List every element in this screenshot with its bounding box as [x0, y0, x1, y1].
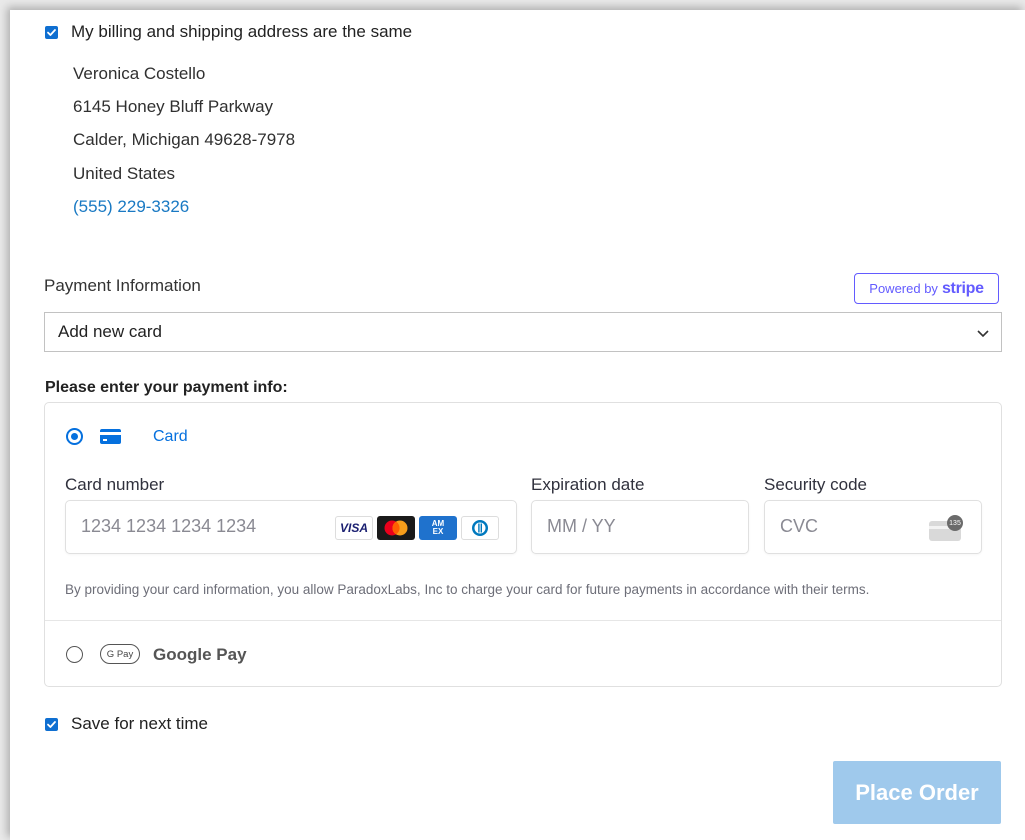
payment-information-label: Payment Information [44, 276, 201, 295]
stripe-logo: stripe [941, 279, 984, 297]
saved-card-select[interactable]: Add new card [44, 312, 1002, 352]
address-phone-link[interactable]: (555) 229-3326 [73, 197, 189, 217]
google-pay-icon: G Pay [100, 644, 140, 664]
expiration-date-input[interactable] [547, 516, 737, 537]
expiration-date-field[interactable] [531, 500, 749, 554]
security-code-label: Security code [764, 475, 867, 494]
security-code-input[interactable] [780, 516, 920, 537]
address-name: Veronica Costello [73, 64, 206, 83]
google-pay-label[interactable]: Google Pay [153, 645, 247, 665]
address-street: 6145 Honey Bluff Parkway [73, 97, 274, 116]
cvc-card-icon: 135 [929, 515, 963, 541]
amex-icon: AM EX [419, 516, 457, 540]
check-icon [47, 29, 56, 36]
place-order-button[interactable]: Place Order [833, 761, 1001, 824]
card-number-label: Card number [65, 475, 165, 494]
address-city: Calder, Michigan 49628-7978 [73, 130, 296, 149]
security-code-field[interactable]: 135 [764, 500, 982, 554]
expiration-date-label: Expiration date [531, 475, 645, 494]
save-for-next-time-label[interactable]: Save for next time [71, 714, 208, 734]
google-pay-radio[interactable] [66, 646, 83, 663]
chevron-down-icon [977, 330, 989, 338]
credit-card-icon [100, 429, 121, 444]
card-number-field[interactable]: VISA AM EX [65, 500, 517, 554]
stripe-badge-prefix: Powered by [869, 281, 938, 296]
same-address-checkbox[interactable] [45, 26, 58, 39]
check-icon [47, 721, 56, 728]
card-number-input[interactable] [81, 516, 321, 537]
card-radio[interactable] [66, 428, 83, 445]
payment-info-heading: Please enter your payment info: [45, 379, 288, 396]
powered-by-stripe-badge[interactable]: Powered by stripe [854, 273, 999, 304]
same-address-label[interactable]: My billing and shipping address are the … [71, 22, 412, 42]
payment-element: Card Card number Expiration date Securit… [44, 402, 1002, 687]
mastercard-icon [377, 516, 415, 540]
payment-method-divider [45, 620, 1001, 621]
card-tab-label[interactable]: Card [153, 428, 188, 446]
save-for-next-time-checkbox[interactable] [45, 718, 58, 731]
card-disclaimer: By providing your card information, you … [65, 582, 870, 597]
address-country: United States [73, 164, 176, 183]
diners-club-icon [461, 516, 499, 540]
saved-card-select-value: Add new card [58, 322, 162, 341]
visa-icon: VISA [335, 516, 373, 540]
checkout-panel: My billing and shipping address are the … [10, 10, 1025, 840]
